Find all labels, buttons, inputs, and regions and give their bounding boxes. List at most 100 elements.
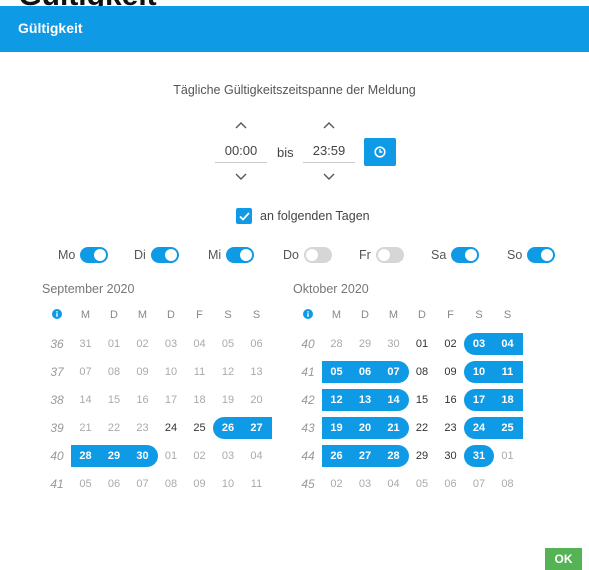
toggle-switch[interactable]	[226, 247, 255, 263]
toggle-friday[interactable]: Fr	[359, 247, 404, 263]
calendar-day[interactable]: 23	[440, 417, 462, 439]
calendar-day[interactable]: 05	[411, 473, 433, 495]
calendar-day[interactable]: 04	[383, 473, 405, 495]
calendar-day[interactable]: 18	[497, 389, 519, 411]
calendar-day[interactable]: 19	[217, 389, 239, 411]
calendar-day[interactable]: 04	[189, 333, 211, 355]
daily-checkbox-row[interactable]: an folgenden Tagen	[236, 208, 370, 224]
calendar-day[interactable]: 14	[75, 389, 97, 411]
calendar-day[interactable]: 04	[246, 445, 268, 467]
to-time-up-button[interactable]	[303, 118, 355, 132]
calendar-day[interactable]: 08	[497, 473, 519, 495]
calendar-day[interactable]: 10	[160, 361, 182, 383]
calendar-day[interactable]: 21	[75, 417, 97, 439]
calendar-day[interactable]: 04	[497, 333, 519, 355]
toggle-switch[interactable]	[80, 247, 109, 263]
ok-button[interactable]: OK	[545, 548, 582, 570]
toggle-wednesday[interactable]: Mi	[208, 247, 255, 263]
toggle-sunday[interactable]: So	[507, 247, 556, 263]
calendar-day[interactable]: 06	[103, 473, 125, 495]
calendar-day[interactable]: 27	[246, 417, 268, 439]
calendar-day[interactable]: 16	[440, 389, 462, 411]
calendar-day[interactable]: 26	[217, 417, 239, 439]
calendar-day[interactable]: 09	[189, 473, 211, 495]
toggle-tuesday[interactable]: Di	[134, 247, 179, 263]
calendar-day[interactable]: 24	[160, 417, 182, 439]
calendar-day[interactable]: 03	[217, 445, 239, 467]
calendar-day[interactable]: 09	[132, 361, 154, 383]
calendar-day[interactable]: 20	[246, 389, 268, 411]
calendar-day[interactable]: 16	[132, 389, 154, 411]
info-icon[interactable]	[46, 309, 68, 322]
calendar-day[interactable]: 01	[103, 333, 125, 355]
calendar-day[interactable]: 30	[440, 445, 462, 467]
calendar-day[interactable]: 28	[75, 445, 97, 467]
calendar-day[interactable]: 18	[189, 389, 211, 411]
calendar-day[interactable]: 03	[160, 333, 182, 355]
calendar-day[interactable]: 21	[383, 417, 405, 439]
calendar-day[interactable]: 07	[383, 361, 405, 383]
from-time-field[interactable]: 00:00	[215, 140, 267, 163]
calendar-day[interactable]: 08	[103, 361, 125, 383]
calendar-day[interactable]: 09	[440, 361, 462, 383]
calendar-day[interactable]: 23	[132, 417, 154, 439]
calendar-day[interactable]: 05	[217, 333, 239, 355]
calendar-day[interactable]: 03	[468, 333, 490, 355]
calendar-day[interactable]: 22	[103, 417, 125, 439]
calendar-day[interactable]: 28	[383, 445, 405, 467]
calendar-day[interactable]: 14	[383, 389, 405, 411]
calendar-day[interactable]: 17	[468, 389, 490, 411]
toggle-switch[interactable]	[527, 247, 556, 263]
calendar-day[interactable]: 31	[468, 445, 490, 467]
calendar-day[interactable]: 11	[246, 473, 268, 495]
toggle-switch[interactable]	[375, 247, 404, 263]
calendar-day[interactable]: 20	[354, 417, 376, 439]
calendar-day[interactable]: 22	[411, 417, 433, 439]
calendar-day[interactable]: 02	[326, 473, 348, 495]
calendar-day[interactable]: 29	[103, 445, 125, 467]
calendar-day[interactable]: 19	[326, 417, 348, 439]
from-time-down-button[interactable]	[215, 170, 267, 184]
calendar-day[interactable]: 06	[440, 473, 462, 495]
to-time-down-button[interactable]	[303, 170, 355, 184]
calendar-day[interactable]: 06	[246, 333, 268, 355]
calendar-day[interactable]: 03	[354, 473, 376, 495]
calendar-day[interactable]: 12	[217, 361, 239, 383]
calendar-day[interactable]: 07	[132, 473, 154, 495]
calendar-day[interactable]: 15	[103, 389, 125, 411]
calendar-day[interactable]: 05	[75, 473, 97, 495]
daily-checkbox[interactable]	[236, 208, 252, 224]
calendar-day[interactable]: 17	[160, 389, 182, 411]
calendar-day[interactable]: 10	[468, 361, 490, 383]
calendar-day[interactable]: 12	[326, 389, 348, 411]
calendar-day[interactable]: 28	[326, 333, 348, 355]
toggle-monday[interactable]: Mo	[58, 247, 109, 263]
from-time-up-button[interactable]	[215, 118, 267, 132]
calendar-day[interactable]: 10	[217, 473, 239, 495]
calendar-day[interactable]: 06	[354, 361, 376, 383]
toggle-switch[interactable]	[303, 247, 332, 263]
calendar-day[interactable]: 07	[75, 361, 97, 383]
to-time-field[interactable]: 23:59	[303, 140, 355, 163]
calendar-day[interactable]: 26	[326, 445, 348, 467]
toggle-saturday[interactable]: Sa	[431, 247, 480, 263]
calendar-day[interactable]: 25	[189, 417, 211, 439]
calendar-day[interactable]: 02	[189, 445, 211, 467]
calendar-day[interactable]: 30	[383, 333, 405, 355]
calendar-day[interactable]: 11	[189, 361, 211, 383]
calendar-day[interactable]: 11	[497, 361, 519, 383]
clock-button[interactable]	[364, 138, 396, 166]
calendar-day[interactable]: 24	[468, 417, 490, 439]
calendar-day[interactable]: 01	[160, 445, 182, 467]
calendar-day[interactable]: 05	[326, 361, 348, 383]
calendar-day[interactable]: 25	[497, 417, 519, 439]
calendar-day[interactable]: 13	[246, 361, 268, 383]
toggle-switch[interactable]	[451, 247, 480, 263]
calendar-day[interactable]: 15	[411, 389, 433, 411]
info-icon[interactable]	[297, 309, 319, 322]
toggle-thursday[interactable]: Do	[283, 247, 332, 263]
calendar-day[interactable]: 27	[354, 445, 376, 467]
calendar-day[interactable]: 01	[497, 445, 519, 467]
calendar-day[interactable]: 13	[354, 389, 376, 411]
calendar-day[interactable]: 08	[160, 473, 182, 495]
